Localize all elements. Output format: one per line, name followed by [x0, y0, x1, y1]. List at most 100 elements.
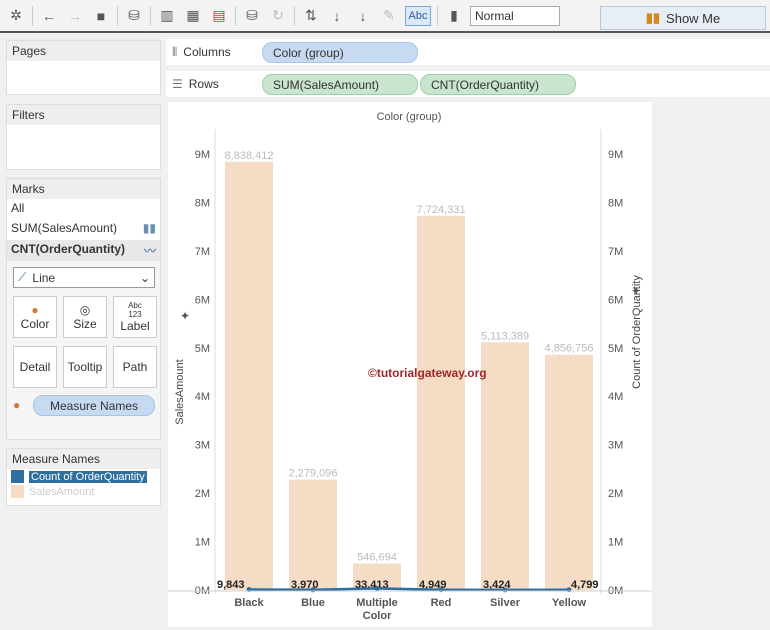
pin-icon: ✦ [631, 284, 641, 298]
color-icon: ● [13, 398, 21, 412]
y-tick-label: 2M [195, 488, 210, 500]
x-tick-label: Multiple Color [356, 597, 398, 622]
measure-names-pill[interactable]: Measure Names [33, 395, 155, 416]
bar-value-label: 5,113,389 [481, 330, 529, 342]
y-tick-label: 7M [195, 246, 210, 258]
bar [225, 161, 273, 590]
clear-sheet-icon[interactable]: ▤ [209, 6, 229, 26]
rows-shelf[interactable]: ☰ Rows SUM(SalesAmount) CNT(OrderQuantity… [166, 71, 770, 97]
line-value-label: 9,843 [217, 579, 245, 591]
filters-title: Filters [7, 105, 160, 125]
mark-type-select[interactable]: ⟋ Line ⌄ [13, 267, 155, 288]
save-icon[interactable]: ■ [91, 6, 111, 26]
cnt-orderquantity-pill[interactable]: CNT(OrderQuantity) [420, 73, 576, 95]
y-tick-label: 4M [195, 391, 210, 403]
line-value-label: 4,799 [571, 579, 599, 591]
y2-tick-label: 3M [608, 440, 623, 452]
y2-tick-label: 1M [608, 537, 623, 549]
bar-value-label: 4,856,756 [545, 343, 594, 355]
line-point [502, 587, 508, 593]
path-button[interactable]: Path [113, 346, 157, 388]
chart-type-icon[interactable]: ▮ [444, 6, 464, 26]
y2-tick-label: 2M [608, 488, 623, 500]
back-icon[interactable]: ← [39, 6, 59, 26]
pause-updates-icon[interactable]: ⛁ [242, 6, 262, 26]
y2-tick-label: 5M [608, 343, 623, 355]
chart-title: Color (group) [377, 111, 442, 123]
bar-value-label: 546,694 [357, 552, 397, 564]
detail-button[interactable]: Detail [13, 346, 57, 388]
color-button[interactable]: ● Color [13, 296, 57, 338]
attach-icon[interactable]: ✎ [379, 6, 399, 26]
y-tick-label: 1M [195, 537, 210, 549]
rows-icon: ☰ [172, 77, 183, 91]
sum-salesamount-pill[interactable]: SUM(SalesAmount) [262, 73, 418, 95]
chart: Color (group) 0M 0M1M 1M2M 2M3M 3M4M 4M5M 5M6M… [168, 111, 652, 622]
marks-title: Marks [7, 179, 160, 199]
duplicate-sheet-icon[interactable]: ▦ [183, 6, 203, 26]
pages-card[interactable]: Pages [6, 40, 161, 95]
label-icon: Abc 123 [128, 301, 142, 319]
label-button[interactable]: Abc 123 Label [113, 296, 157, 338]
forward-icon[interactable]: → [65, 6, 85, 26]
color-group-pill[interactable]: Color (group) [262, 41, 418, 63]
y-axis-label: SalesAmount [174, 359, 186, 424]
columns-icon: ⦀ [172, 44, 178, 59]
line-point [566, 587, 572, 593]
y2-tick-label: 8M [608, 197, 623, 209]
legend-swatch [11, 485, 24, 498]
marks-tab-sum-salesamount[interactable]: SUM(SalesAmount) ▮▮ [7, 219, 160, 240]
chevron-down-icon: ⌄ [139, 270, 150, 285]
bar-value-label: 2,279,096 [289, 468, 338, 480]
y-tick-label: 5M [195, 343, 210, 355]
x-tick-label: Silver [490, 597, 521, 609]
x-tick-label: Yellow [552, 597, 587, 609]
y-tick-label: 6M [195, 294, 210, 306]
size-icon: ◎ [79, 303, 91, 317]
marks-card: Marks All SUM(SalesAmount) ▮▮ CNT(OrderQu… [6, 178, 161, 440]
y2-tick-label: 6M [608, 294, 623, 306]
line-icon: 〰 [143, 244, 156, 258]
legend-item[interactable]: Count of OrderQuantity [7, 469, 160, 484]
x-tick-label: Red [431, 597, 452, 609]
size-button[interactable]: ◎ Size [63, 296, 107, 338]
sort-ascending-icon[interactable]: ↓ [327, 6, 347, 26]
bar-icon: ▮▮ [142, 221, 156, 235]
bar [417, 215, 465, 590]
filters-card[interactable]: Filters [6, 104, 161, 170]
y2-tick-label: 7M [608, 246, 623, 258]
tableau-logo-icon[interactable]: ✲ [6, 6, 26, 26]
swap-icon[interactable]: ⇅ [301, 6, 321, 26]
line-point [310, 587, 316, 593]
count-line [248, 587, 570, 592]
show-me-button[interactable]: ▮▮ Show Me [600, 6, 766, 30]
x-tick-label: Black [234, 597, 264, 609]
legend-title: Measure Names [7, 449, 160, 469]
line-icon: ⟋ [18, 270, 27, 284]
refresh-icon[interactable]: ↻ [268, 6, 288, 26]
new-worksheet-icon[interactable]: ▥ [157, 6, 177, 26]
watermark: ©tutorialgateway.org [368, 366, 487, 380]
bar-chart-icon: ▮▮ [645, 10, 661, 25]
fit-select[interactable]: Normal [470, 5, 560, 26]
marks-all-tab[interactable]: All [7, 199, 160, 219]
y-tick-label: 9M [195, 149, 210, 161]
chart-view: Color (group) 0M 0M 1M 1M 2M 2M 3M 3M 4M 4M 5M 5M 6M… [168, 102, 652, 627]
line-point [374, 585, 380, 591]
pages-title: Pages [7, 41, 160, 61]
line-point [438, 587, 444, 593]
legend-card: Measure Names Count of OrderQuantity Sal… [6, 448, 161, 506]
new-datasource-icon[interactable]: ⛁ [124, 6, 144, 26]
bar [545, 354, 593, 590]
tooltip-button[interactable]: Tooltip [63, 346, 107, 388]
show-labels-button[interactable]: Abc [405, 5, 431, 26]
bar [289, 479, 337, 590]
sort-descending-icon[interactable]: ↓ [353, 6, 373, 26]
columns-shelf[interactable]: ⦀ Columns Color (group) [166, 39, 770, 65]
bar-value-label: 8,838,412 [225, 150, 274, 162]
marks-tab-cnt-orderquantity[interactable]: CNT(OrderQuantity) 〰 [7, 240, 160, 261]
color-icon: ● [31, 303, 39, 317]
legend-item[interactable]: SalesAmount [7, 484, 160, 499]
pin-icon: ✦ [180, 309, 190, 323]
legend-swatch [11, 470, 24, 483]
